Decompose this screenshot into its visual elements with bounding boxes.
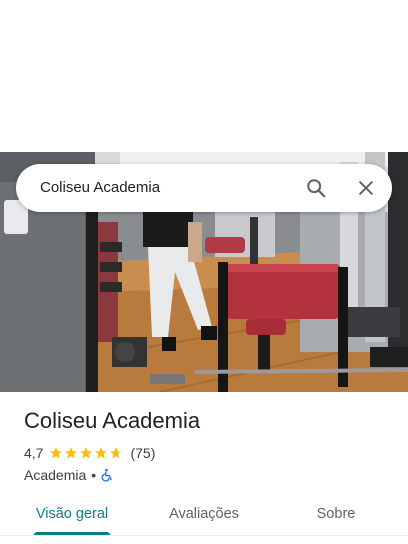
category-row: Academia •	[24, 466, 114, 484]
rating-row[interactable]: 4,7 (75)	[24, 444, 155, 462]
separator-dot: •	[91, 467, 97, 483]
place-title: Coliseu Academia	[24, 408, 201, 433]
search-input[interactable]: Coliseu Academia	[40, 164, 160, 212]
rating-stars	[49, 446, 124, 460]
star-icon	[95, 447, 108, 459]
tab-about[interactable]: Sobre	[300, 494, 372, 534]
close-icon[interactable]	[352, 174, 380, 202]
star-icon	[50, 447, 63, 459]
star-half-icon	[110, 447, 123, 459]
tab-reviews[interactable]: Avaliações	[152, 494, 256, 534]
place-category: Academia	[24, 467, 87, 483]
search-icon[interactable]	[302, 174, 330, 202]
place-tabs: Visão geral Avaliações Sobre	[0, 494, 408, 536]
star-icon	[65, 447, 78, 459]
tabs-divider	[0, 535, 408, 536]
wheelchair-icon	[100, 468, 114, 482]
star-icon	[80, 447, 93, 459]
map-blank-area	[0, 0, 408, 152]
rating-value: 4,7	[24, 445, 44, 461]
reviews-count[interactable]: (75)	[130, 445, 155, 461]
tab-overview[interactable]: Visão geral	[24, 494, 120, 534]
search-bar[interactable]: Coliseu Academia	[16, 164, 392, 212]
